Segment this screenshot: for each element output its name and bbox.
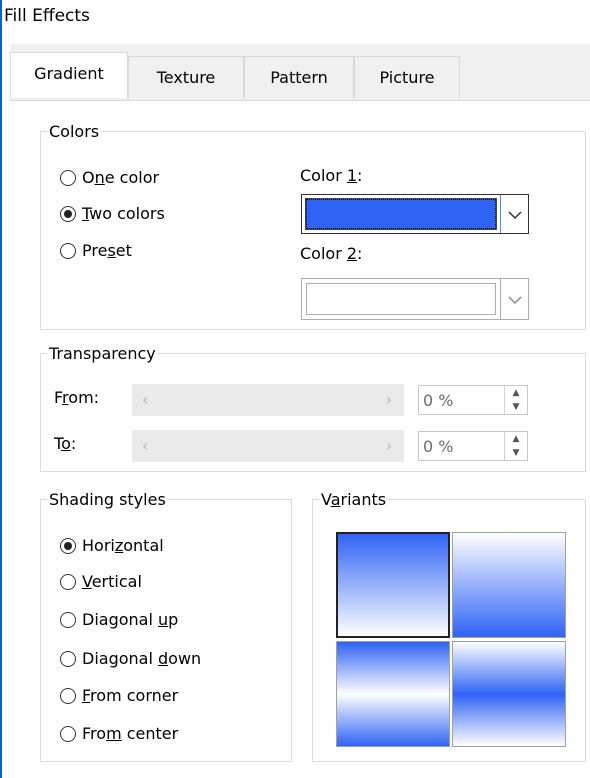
variant-swatch-4[interactable]	[452, 641, 566, 747]
dialog-title: Fill Effects	[4, 6, 90, 26]
spin-down-icon[interactable]: ▼	[505, 400, 527, 414]
tab-gradient[interactable]: Gradient	[10, 52, 128, 98]
color2-dropdown[interactable]	[301, 278, 529, 320]
to-transparency-spinner[interactable]: 0 % ▲ ▼	[418, 431, 528, 461]
radio-circle	[60, 650, 76, 667]
variant-swatch-1[interactable]	[336, 532, 450, 638]
radio-circle-checked	[60, 537, 76, 554]
shading-from-corner-radio[interactable]: From corner	[60, 686, 178, 705]
variant-swatch-2[interactable]	[452, 532, 566, 638]
tab-picture[interactable]: Picture	[354, 56, 460, 98]
spin-up-icon[interactable]: ▲	[505, 386, 527, 400]
shading-styles-legend: Shading styles	[49, 490, 166, 509]
shading-horizontal-label: Horizontal	[82, 536, 164, 555]
two-colors-radio[interactable]: Two colors	[60, 204, 165, 223]
color1-dropdown-button[interactable]	[500, 195, 528, 233]
shading-diagonal-down-radio[interactable]: Diagonal down	[60, 649, 201, 668]
radio-circle	[60, 611, 76, 628]
preset-label: Preset	[82, 241, 132, 260]
to-transparency-slider[interactable]: ‹ ›	[132, 430, 404, 462]
color1-swatch	[305, 198, 497, 230]
shading-vertical-label: Vertical	[82, 572, 142, 591]
spinner-buttons: ▲ ▼	[504, 386, 527, 414]
color1-dropdown[interactable]	[301, 194, 529, 234]
to-transparency-value: 0 %	[423, 437, 454, 456]
color2-dropdown-button[interactable]	[500, 279, 528, 319]
color2-swatch	[306, 283, 496, 315]
radio-circle	[60, 242, 76, 259]
variants-legend: Variants	[321, 490, 387, 509]
color2-label: Color 2:	[300, 244, 363, 263]
from-transparency-slider[interactable]: ‹ ›	[132, 384, 404, 416]
variant-swatch-3[interactable]	[336, 641, 450, 747]
transparency-legend: Transparency	[49, 344, 156, 363]
spin-up-icon[interactable]: ▲	[505, 432, 527, 446]
from-label: From:	[54, 388, 100, 407]
radio-circle-checked	[60, 205, 76, 222]
one-color-radio[interactable]: One color	[60, 168, 159, 187]
chevron-down-icon	[507, 205, 522, 224]
shading-horizontal-radio[interactable]: Horizontal	[60, 536, 164, 555]
shading-vertical-radio[interactable]: Vertical	[60, 572, 142, 591]
spinner-buttons: ▲ ▼	[504, 432, 527, 460]
scroll-left-icon[interactable]: ‹	[142, 436, 148, 455]
shading-from-corner-label: From corner	[82, 686, 179, 705]
one-color-label: One color	[82, 168, 160, 187]
scroll-right-icon[interactable]: ›	[386, 436, 392, 455]
tab-pattern[interactable]: Pattern	[244, 56, 354, 98]
scroll-left-icon[interactable]: ‹	[142, 390, 148, 409]
shading-diagonal-down-label: Diagonal down	[82, 649, 202, 668]
radio-circle	[60, 725, 76, 742]
tab-texture[interactable]: Texture	[128, 56, 244, 98]
from-transparency-value: 0 %	[423, 391, 454, 410]
shading-from-center-label: From center	[82, 724, 179, 743]
spin-down-icon[interactable]: ▼	[505, 446, 527, 460]
color1-label: Color 1:	[300, 166, 363, 185]
radio-circle	[60, 687, 76, 704]
to-label: To:	[54, 434, 77, 453]
shading-diagonal-up-radio[interactable]: Diagonal up	[60, 610, 178, 629]
shading-from-center-radio[interactable]: From center	[60, 724, 178, 743]
radio-circle	[60, 573, 76, 590]
two-colors-label: Two colors	[82, 204, 165, 223]
chevron-down-icon	[507, 290, 522, 309]
preset-radio[interactable]: Preset	[60, 241, 132, 260]
from-transparency-spinner[interactable]: 0 % ▲ ▼	[418, 385, 528, 415]
window-left-border	[0, 0, 2, 778]
shading-diagonal-up-label: Diagonal up	[82, 610, 179, 629]
radio-circle	[60, 169, 76, 186]
colors-group-legend: Colors	[49, 122, 100, 141]
scroll-right-icon[interactable]: ›	[386, 390, 392, 409]
